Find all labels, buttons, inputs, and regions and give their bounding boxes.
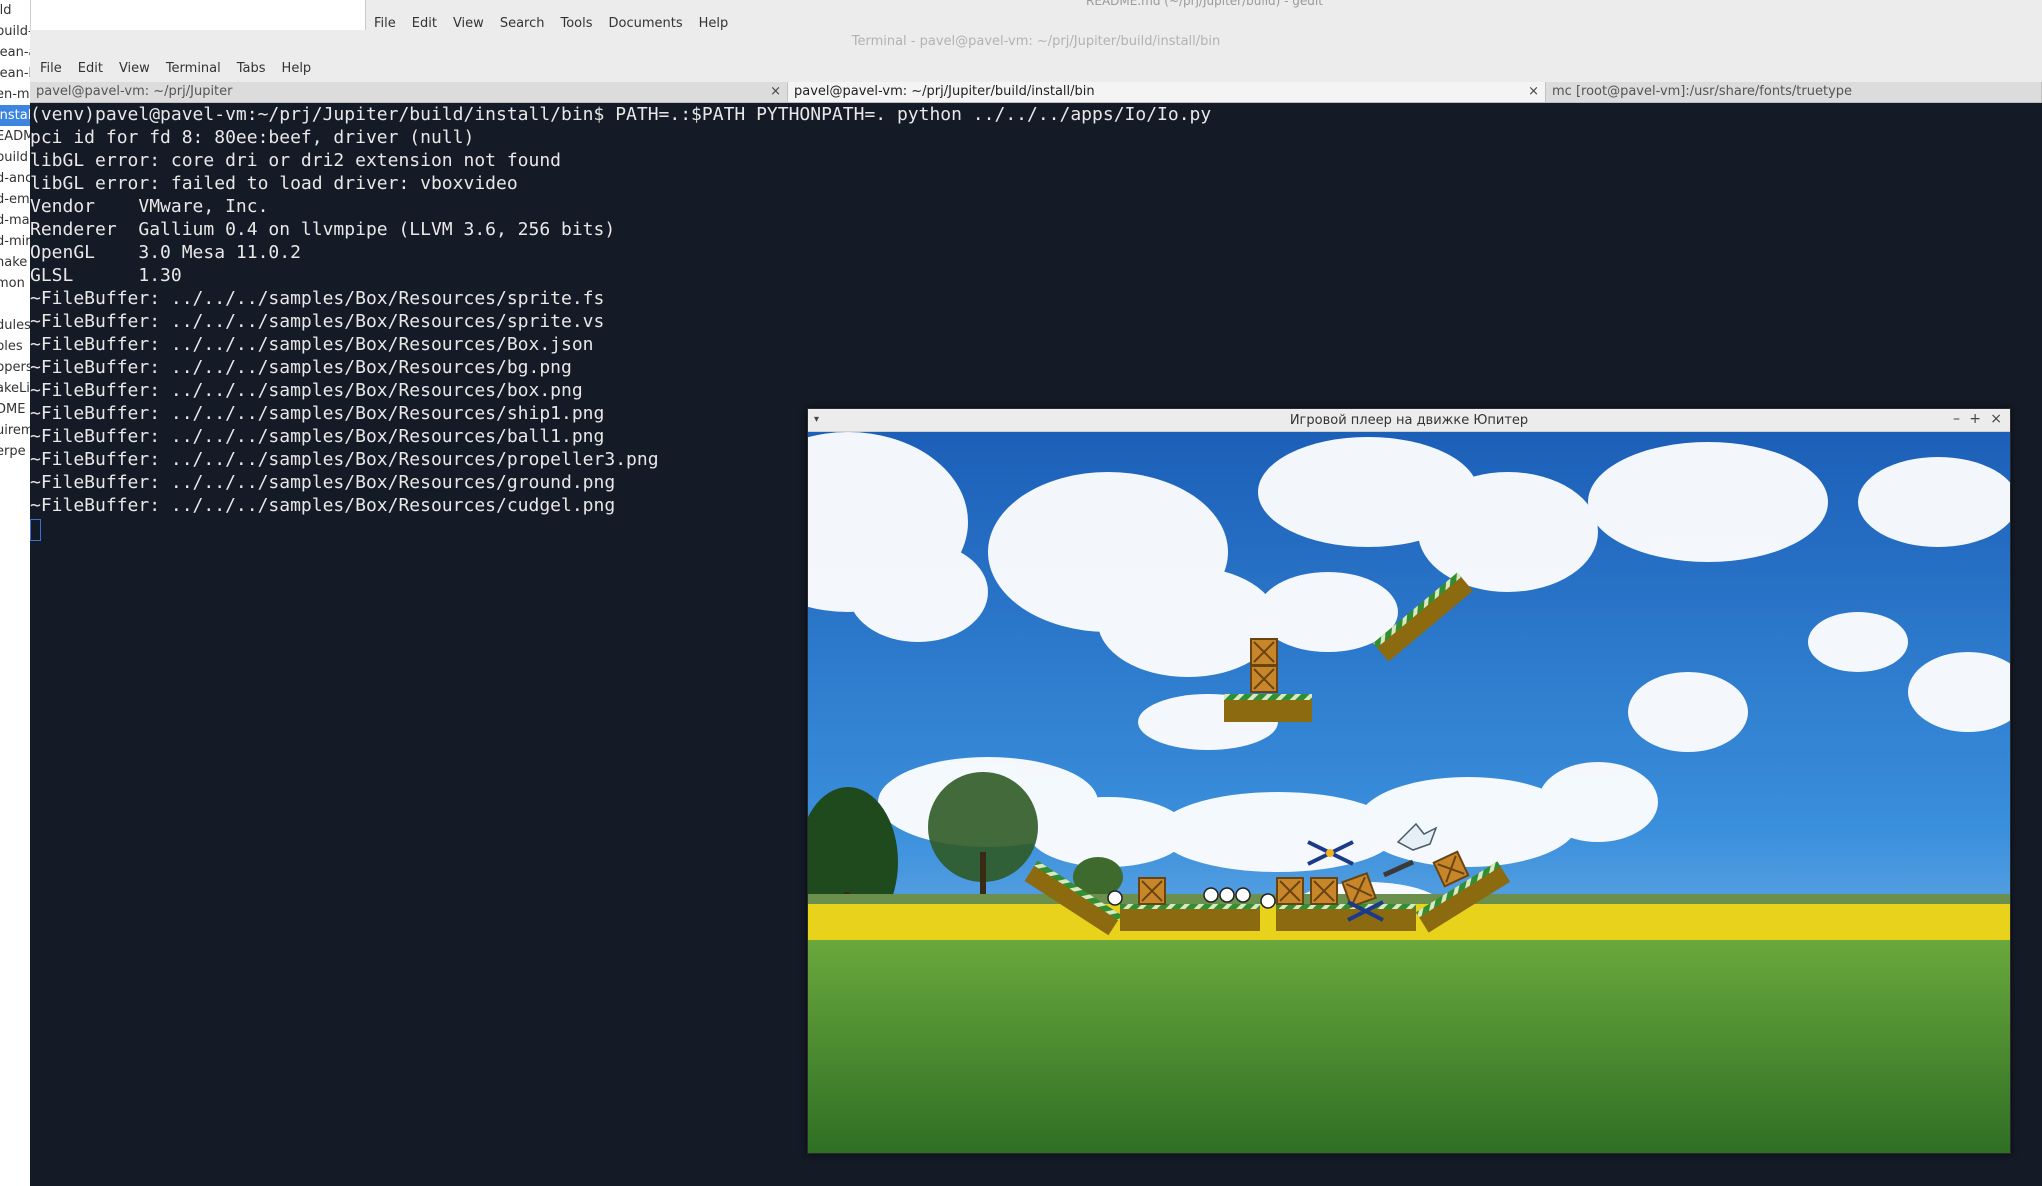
terminal-menu-file[interactable]: File: [40, 61, 62, 76]
gedit-menu-view[interactable]: View: [453, 16, 484, 31]
minimize-button[interactable]: –: [1953, 411, 1960, 427]
file-manager-item[interactable]: nake: [0, 252, 30, 273]
file-manager-item[interactable]: ples: [0, 336, 30, 357]
gedit-menu-file[interactable]: File: [374, 16, 396, 31]
terminal-line: ~FileBuffer: ../../../samples/Box/Resour…: [30, 288, 605, 309]
terminal-menu-help[interactable]: Help: [282, 61, 312, 76]
terminal-cursor: [30, 519, 41, 541]
terminal-line: ~FileBuffer: ../../../samples/Box/Resour…: [30, 311, 605, 332]
close-icon[interactable]: ×: [770, 82, 781, 102]
file-manager-item[interactable]: en-m: [0, 84, 30, 105]
terminal-titlebar[interactable]: Terminal - pavel@pavel-vm: ~/prj/Jupiter…: [30, 30, 2042, 55]
terminal-line: Renderer Gallium 0.4 on llvmpipe (LLVM 3…: [30, 219, 616, 240]
grass-field: [808, 940, 2010, 1153]
file-manager-item[interactable]: d-anc: [0, 168, 30, 189]
terminal-line: ~FileBuffer: ../../../samples/Box/Resour…: [30, 357, 572, 378]
game-title: Игровой плеер на движке Юпитер: [1289, 413, 1529, 428]
terminal-line: (venv)pavel@pavel-vm:~/prj/Jupiter/build…: [30, 104, 1212, 125]
file-manager-item[interactable]: EADM: [0, 126, 30, 147]
close-button[interactable]: ×: [1990, 411, 2002, 427]
terminal-menu-tabs[interactable]: Tabs: [237, 61, 266, 76]
file-manager-item[interactable]: build: [0, 147, 30, 168]
terminal-line: Vendor VMware, Inc.: [30, 196, 269, 217]
terminal-title: Terminal - pavel@pavel-vm: ~/prj/Jupiter…: [851, 34, 1221, 49]
terminal-tab[interactable]: mc [root@pavel-vm]:/usr/share/fonts/true…: [1546, 82, 2042, 102]
horizon: [808, 894, 2010, 904]
game-player-window: ▾ Игровой плеер на движке Юпитер – + ×: [807, 408, 2011, 1154]
file-manager-item[interactable]: build-a: [0, 21, 30, 42]
terminal-menu-edit[interactable]: Edit: [78, 61, 103, 76]
file-manager-item[interactable]: DME: [0, 399, 30, 420]
gedit-menu-search[interactable]: Search: [500, 16, 545, 31]
file-manager-item[interactable]: ild: [0, 0, 30, 21]
file-manager-item[interactable]: erpe: [0, 441, 30, 462]
gedit-menu-tools[interactable]: Tools: [560, 16, 592, 31]
game-titlebar[interactable]: ▾ Игровой плеер на движке Юпитер – + ×: [808, 409, 2010, 432]
gedit-menu-help[interactable]: Help: [699, 16, 729, 31]
terminal-line: libGL error: failed to load driver: vbox…: [30, 173, 518, 194]
file-manager-item[interactable]: akeLi: [0, 378, 30, 399]
terminal-tab-label: pavel@pavel-vm: ~/prj/Jupiter/build/inst…: [794, 84, 1095, 99]
file-manager-item[interactable]: d-mir: [0, 231, 30, 252]
terminal-line: libGL error: core dri or dri2 extension …: [30, 150, 562, 171]
terminal-line: pci id for fd 8: 80ee:beef, driver (null…: [30, 127, 475, 148]
terminal-line: GLSL 1.30: [30, 265, 182, 286]
file-manager-item[interactable]: lean-a: [0, 42, 30, 63]
terminal-menubar: File Edit View Terminal Tabs Help: [30, 54, 2042, 83]
terminal-tab-label: mc [root@pavel-vm]:/usr/share/fonts/true…: [1552, 84, 1853, 99]
file-manager-item[interactable]: instal: [0, 105, 30, 126]
file-manager-pane: ildbuild-alean-alean-hen-minstalEADMbuil…: [0, 0, 31, 1186]
gedit-menubar: File Edit View Search Tools Documents Help: [374, 16, 744, 31]
file-manager-item[interactable]: d-ma: [0, 210, 30, 231]
file-manager-item[interactable]: ppers: [0, 357, 30, 378]
file-manager-item[interactable]: dules: [0, 315, 30, 336]
terminal-line: ~FileBuffer: ../../../samples/Box/Resour…: [30, 380, 583, 401]
terminal-tab[interactable]: pavel@pavel-vm: ~/prj/Jupiter ×: [30, 82, 788, 102]
file-manager-item[interactable]: mon: [0, 273, 30, 294]
terminal-menu-terminal[interactable]: Terminal: [166, 61, 221, 76]
game-scene: [808, 432, 2010, 1153]
terminal-line: OpenGL 3.0 Mesa 11.0.2: [30, 242, 301, 263]
game-canvas[interactable]: [808, 432, 2010, 1153]
close-icon[interactable]: ×: [1528, 82, 1539, 102]
maximize-button[interactable]: +: [1969, 411, 1981, 427]
terminal-tab[interactable]: pavel@pavel-vm: ~/prj/Jupiter/build/inst…: [788, 82, 1546, 102]
terminal-tabbar: pavel@pavel-vm: ~/prj/Jupiter × pavel@pave…: [30, 82, 2042, 103]
file-manager-item[interactable]: lean-h: [0, 63, 30, 84]
terminal-tab-label: pavel@pavel-vm: ~/prj/Jupiter: [36, 84, 233, 99]
gedit-menu-documents[interactable]: Documents: [609, 16, 683, 31]
file-manager-item[interactable]: uirem: [0, 420, 30, 441]
gedit-title: README.md (~/prj/Jupiter/build) - gedit: [1086, 0, 1323, 8]
terminal-line: ~FileBuffer: ../../../samples/Box/Resour…: [30, 334, 594, 355]
gedit-menu-edit[interactable]: Edit: [412, 16, 437, 31]
file-manager-item[interactable]: d-em: [0, 189, 30, 210]
terminal-menu-view[interactable]: View: [119, 61, 150, 76]
